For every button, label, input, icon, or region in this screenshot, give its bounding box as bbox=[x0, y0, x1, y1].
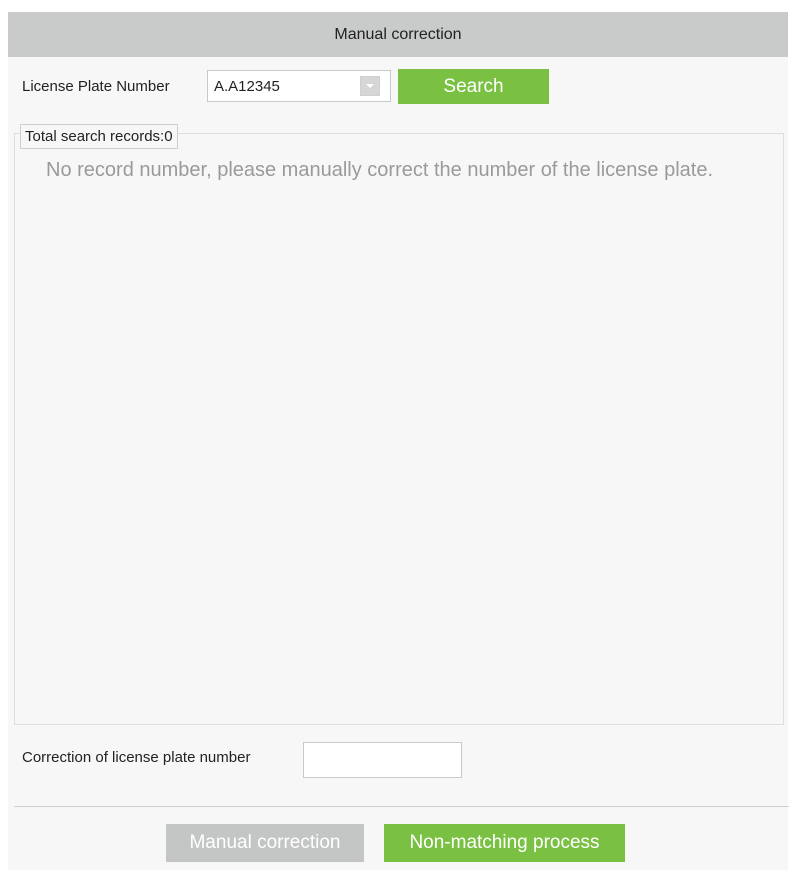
chevron-down-icon[interactable] bbox=[360, 76, 380, 96]
search-results-panel bbox=[14, 133, 784, 725]
dialog-title-text: Manual correction bbox=[334, 25, 462, 43]
footer-divider bbox=[14, 806, 789, 807]
license-plate-input[interactable] bbox=[214, 71, 354, 101]
non-matching-process-button[interactable]: Non-matching process bbox=[384, 824, 625, 862]
manual-correction-button[interactable]: Manual correction bbox=[166, 824, 364, 862]
license-plate-combobox[interactable] bbox=[207, 70, 391, 102]
search-button[interactable]: Search bbox=[398, 69, 549, 104]
correction-input[interactable] bbox=[303, 742, 462, 778]
manual-correction-dialog: Manual correction License Plate Number S… bbox=[8, 12, 789, 870]
search-row: License Plate Number Search bbox=[8, 67, 788, 107]
correction-label: Correction of license plate number bbox=[22, 749, 251, 766]
license-plate-label: License Plate Number bbox=[22, 78, 170, 95]
total-search-records: Total search records:0 bbox=[20, 124, 178, 149]
no-record-message: No record number, please manually correc… bbox=[46, 159, 714, 181]
dialog-title: Manual correction bbox=[8, 12, 788, 57]
